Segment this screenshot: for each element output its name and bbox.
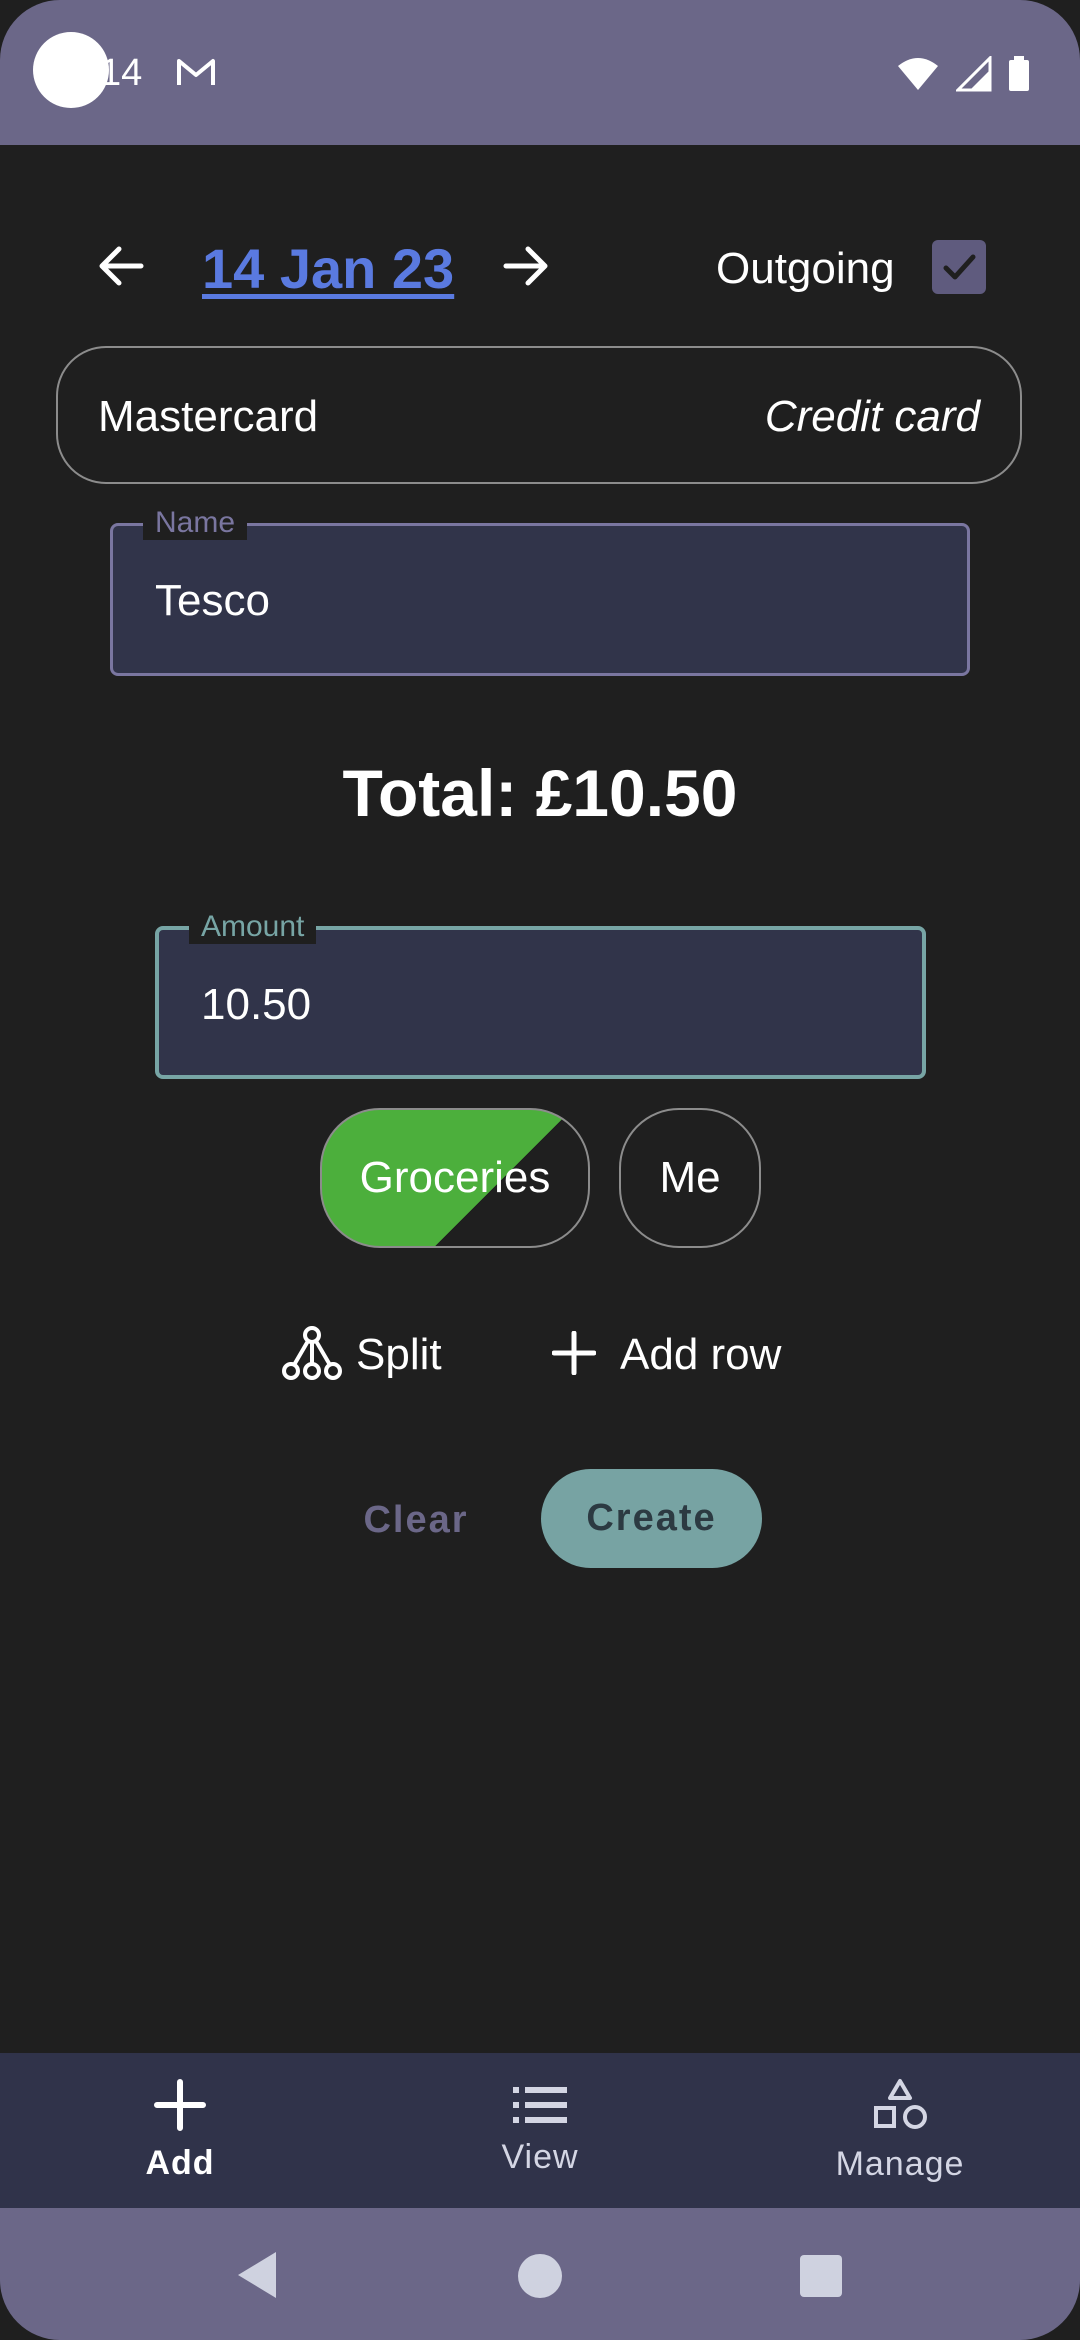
name-field-label: Name [143, 506, 248, 540]
date-picker-link[interactable]: 14 Jan 23 [202, 236, 454, 301]
name-field[interactable]: Name Tesco [110, 506, 970, 676]
bottom-navigation: Add View Manage [0, 2053, 1080, 2208]
status-bar: 14 [0, 0, 1080, 145]
camera-cutout [33, 32, 109, 108]
category-chip-label: Groceries [359, 1153, 551, 1202]
person-chip-me[interactable]: Me [619, 1108, 761, 1248]
system-home-icon[interactable] [518, 2254, 562, 2298]
nav-item-manage[interactable]: Manage [720, 2053, 1080, 2208]
system-icons [896, 54, 1030, 97]
system-recents-icon[interactable] [800, 2255, 842, 2297]
add-row-label: Add row [620, 1330, 782, 1379]
amount-field[interactable]: Amount 10.50 [155, 910, 926, 1079]
split-icon [282, 1325, 342, 1386]
system-navigation-bar [0, 2208, 1080, 2340]
system-back-icon[interactable] [236, 2250, 278, 2305]
nav-item-view[interactable]: View [360, 2053, 720, 2208]
account-selector[interactable]: Mastercard Credit card [56, 346, 1022, 484]
nav-item-label: Add [145, 2143, 215, 2182]
status-time: 14 [100, 52, 143, 94]
gmail-icon [176, 56, 216, 93]
split-button[interactable]: Split [282, 1320, 442, 1390]
previous-date-arrow-icon[interactable] [95, 240, 147, 297]
nav-item-label: Manage [835, 2144, 965, 2183]
next-date-arrow-icon[interactable] [500, 240, 552, 297]
plus-icon [551, 1330, 597, 1380]
signal-icon [954, 54, 992, 97]
nav-item-add[interactable]: Add [0, 2053, 360, 2208]
account-type: Credit card [764, 392, 980, 441]
amount-field-label: Amount [189, 910, 317, 944]
battery-icon [1008, 56, 1030, 97]
check-icon [943, 254, 976, 280]
name-field-value: Tesco [155, 576, 270, 625]
wifi-icon [896, 56, 940, 97]
date-row: 14 Jan 23 Outgoing [0, 232, 1080, 302]
category-chip-groceries[interactable]: Groceries [320, 1108, 590, 1248]
outgoing-label: Outgoing [716, 244, 895, 293]
account-name: Mastercard [98, 392, 319, 441]
list-icon [513, 2085, 567, 2130]
create-button[interactable]: Create [541, 1469, 762, 1568]
outgoing-checkbox[interactable] [932, 240, 986, 294]
add-row-button[interactable]: Add row [551, 1320, 782, 1390]
person-chip-label: Me [659, 1153, 721, 1202]
clear-button[interactable]: Clear [346, 1470, 486, 1570]
nav-item-label: View [501, 2137, 579, 2176]
split-label: Split [356, 1330, 442, 1379]
total-amount: Total: £10.50 [342, 756, 738, 830]
plus-icon [154, 2078, 206, 2136]
shapes-icon [872, 2078, 928, 2137]
amount-field-value: 10.50 [201, 980, 312, 1029]
